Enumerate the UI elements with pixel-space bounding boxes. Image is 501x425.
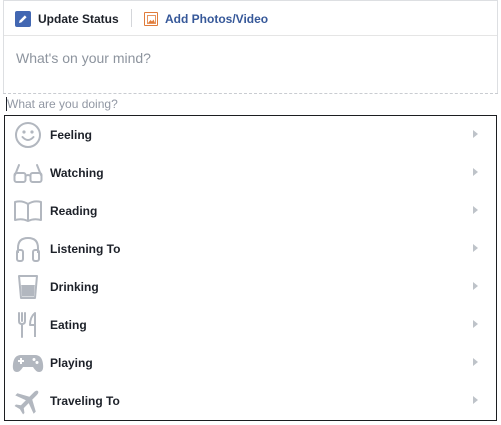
- status-composer: Update Status Add Photos/Video What's on…: [3, 0, 498, 94]
- activity-item-feeling[interactable]: Feeling: [5, 116, 496, 154]
- chevron-right-icon: [473, 168, 478, 176]
- activity-label: Watching: [50, 166, 104, 180]
- smiley-icon: [12, 119, 44, 151]
- activity-item-eating[interactable]: Eating: [5, 306, 496, 344]
- airplane-icon: [12, 385, 44, 417]
- cup-icon: [12, 271, 44, 303]
- activity-label: Listening To: [50, 242, 121, 256]
- activity-label: Reading: [50, 204, 98, 218]
- tab-add-photos-video-label: Add Photos/Video: [165, 12, 269, 26]
- tab-update-status-label: Update Status: [38, 12, 119, 26]
- text-caret: [6, 97, 7, 111]
- photo-icon: [144, 12, 158, 26]
- activity-label: Playing: [50, 356, 93, 370]
- activity-item-traveling-to[interactable]: Traveling To: [5, 382, 496, 420]
- headphones-icon: [12, 233, 44, 265]
- glasses-icon: [12, 157, 44, 189]
- tab-separator: [131, 9, 132, 27]
- composer-tabs: Update Status Add Photos/Video: [4, 1, 497, 36]
- activity-label: Drinking: [50, 280, 99, 294]
- chevron-right-icon: [473, 358, 478, 366]
- chevron-right-icon: [473, 282, 478, 290]
- activity-menu: Feeling Watching Reading Listening To Dr…: [4, 115, 497, 421]
- chevron-right-icon: [473, 206, 478, 214]
- chevron-right-icon: [473, 396, 478, 404]
- status-prompt[interactable]: What's on your mind?: [16, 50, 151, 66]
- tab-update-status[interactable]: Update Status: [15, 10, 119, 28]
- activity-item-playing[interactable]: Playing: [5, 344, 496, 382]
- activity-search-input[interactable]: [5, 96, 307, 112]
- activity-label: Traveling To: [50, 394, 120, 408]
- pencil-icon: [15, 11, 31, 27]
- gamepad-icon: [12, 347, 44, 379]
- activity-item-drinking[interactable]: Drinking: [5, 268, 496, 306]
- dashed-divider: [3, 93, 498, 94]
- chevron-right-icon: [473, 244, 478, 252]
- chevron-right-icon: [473, 130, 478, 138]
- book-icon: [12, 195, 44, 227]
- tab-add-photos-video[interactable]: Add Photos/Video: [144, 10, 268, 28]
- activity-item-watching[interactable]: Watching: [5, 154, 496, 192]
- activity-item-reading[interactable]: Reading: [5, 192, 496, 230]
- activity-label: Feeling: [50, 128, 93, 142]
- fork-knife-icon: [12, 309, 44, 341]
- chevron-right-icon: [473, 320, 478, 328]
- activity-label: Eating: [50, 318, 87, 332]
- activity-item-listening-to[interactable]: Listening To: [5, 230, 496, 268]
